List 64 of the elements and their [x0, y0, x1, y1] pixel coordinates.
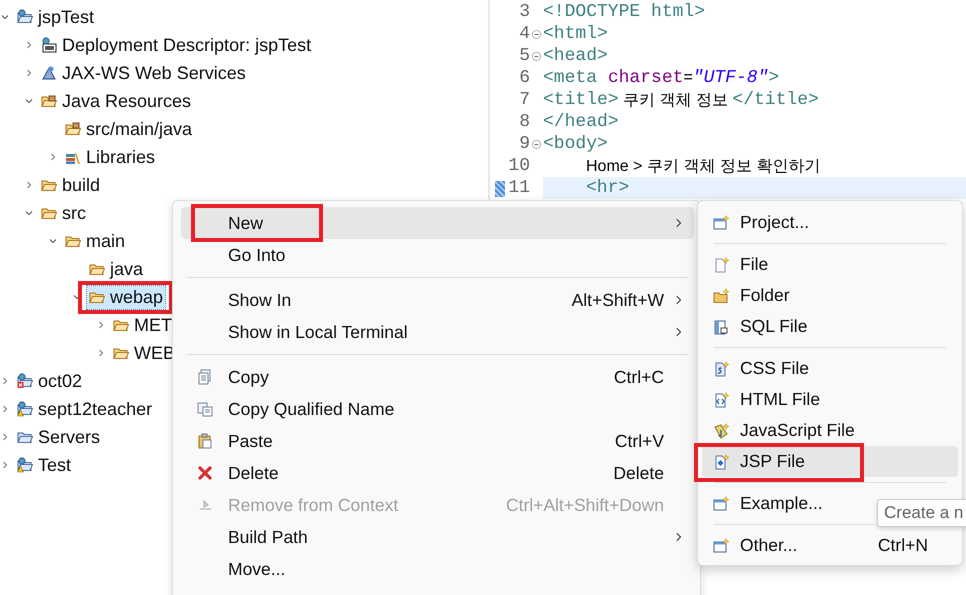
menu-item[interactable]: Copy Qualified Name	[181, 393, 694, 425]
code-line: <body>	[543, 133, 609, 155]
menu-item[interactable]: Show in Local Terminal	[181, 316, 694, 348]
code-line: <meta charset="UTF-8">	[543, 67, 780, 89]
tree-item[interactable]: jspTest	[15, 6, 96, 28]
code-line: <!DOCTYPE html>	[543, 1, 706, 23]
project-folder-icon	[17, 9, 33, 25]
menu-item[interactable]: CSS File	[702, 353, 958, 384]
line-number: 8	[519, 112, 530, 132]
project-folder-icon	[17, 401, 33, 417]
tree-item[interactable]: sept12teacher	[15, 398, 154, 420]
menu-item[interactable]: Delete Delete	[181, 457, 694, 489]
menu-item[interactable]: Folder	[702, 280, 958, 311]
tree-item[interactable]: src	[39, 202, 88, 224]
line-number: 10	[508, 156, 530, 176]
menu-item[interactable]: Copy Ctrl+C	[181, 361, 694, 393]
line-number: 11	[508, 178, 530, 198]
menu-item[interactable]: Move...	[181, 553, 694, 585]
line-number: 5	[519, 46, 530, 66]
menu-item[interactable]: JSP File	[702, 446, 958, 477]
menu-item[interactable]: Show In Alt+Shift+W	[181, 284, 694, 316]
tree-item[interactable]: JAX-WS Web Services	[39, 62, 248, 84]
package-folder-icon	[41, 93, 57, 109]
menu-item[interactable]: Other... Ctrl+N	[702, 530, 958, 561]
code-line: <head>	[543, 45, 609, 67]
menu-item[interactable]: File	[702, 249, 958, 280]
tooltip: Create a n	[877, 499, 966, 527]
tree-item[interactable]: build	[39, 174, 102, 196]
menu-item[interactable]: SQL File	[702, 311, 958, 342]
tree-item[interactable]: main	[63, 230, 128, 252]
line-number: 4	[519, 24, 530, 44]
menu-item[interactable]: Go Into	[181, 239, 694, 271]
code-line: </head>	[543, 111, 620, 133]
menu-item[interactable]: Paste Ctrl+V	[181, 425, 694, 457]
descriptor-icon	[41, 37, 57, 53]
menu-item[interactable]: Build Path	[181, 521, 694, 553]
tree-item[interactable]: MET	[111, 314, 174, 336]
line-number: 6	[519, 68, 530, 88]
tree-item[interactable]: Libraries	[63, 146, 158, 168]
code-line: Home > 쿠키 객체 정보 확인하기	[585, 156, 822, 176]
tree-item[interactable]: Deployment Descriptor: jspTest	[39, 34, 314, 56]
package-folder-icon	[65, 121, 81, 137]
line-number: 9	[519, 134, 530, 154]
tree-item[interactable]: webap	[87, 286, 166, 308]
tree-item[interactable]: java	[87, 258, 146, 280]
menu-item[interactable]: New	[181, 207, 694, 239]
tree-item[interactable]: Java Resources	[39, 90, 194, 112]
web-services-icon	[41, 65, 57, 81]
tree-item[interactable]: oct02	[15, 370, 84, 392]
tree-item[interactable]: src/main/java	[63, 118, 194, 140]
tree-item[interactable]: Servers	[15, 426, 102, 448]
line-number: 3	[519, 2, 530, 22]
line-number: 7	[519, 90, 530, 110]
tree-item[interactable]: Test	[15, 454, 74, 476]
collapse-icon[interactable]	[531, 138, 542, 150]
menu-item[interactable]: HTML File	[702, 384, 958, 415]
menu-item[interactable]: Project...	[702, 207, 958, 238]
menu-item[interactable]: JavaScript File	[702, 415, 958, 446]
code-line: <html>	[543, 23, 609, 45]
collapse-icon[interactable]	[531, 28, 542, 40]
project-folder-icon	[17, 373, 33, 389]
code-line: <title> 쿠키 객체 정보 </title>	[543, 89, 820, 111]
collapse-icon[interactable]	[531, 50, 542, 62]
project-folder-icon	[17, 457, 33, 473]
